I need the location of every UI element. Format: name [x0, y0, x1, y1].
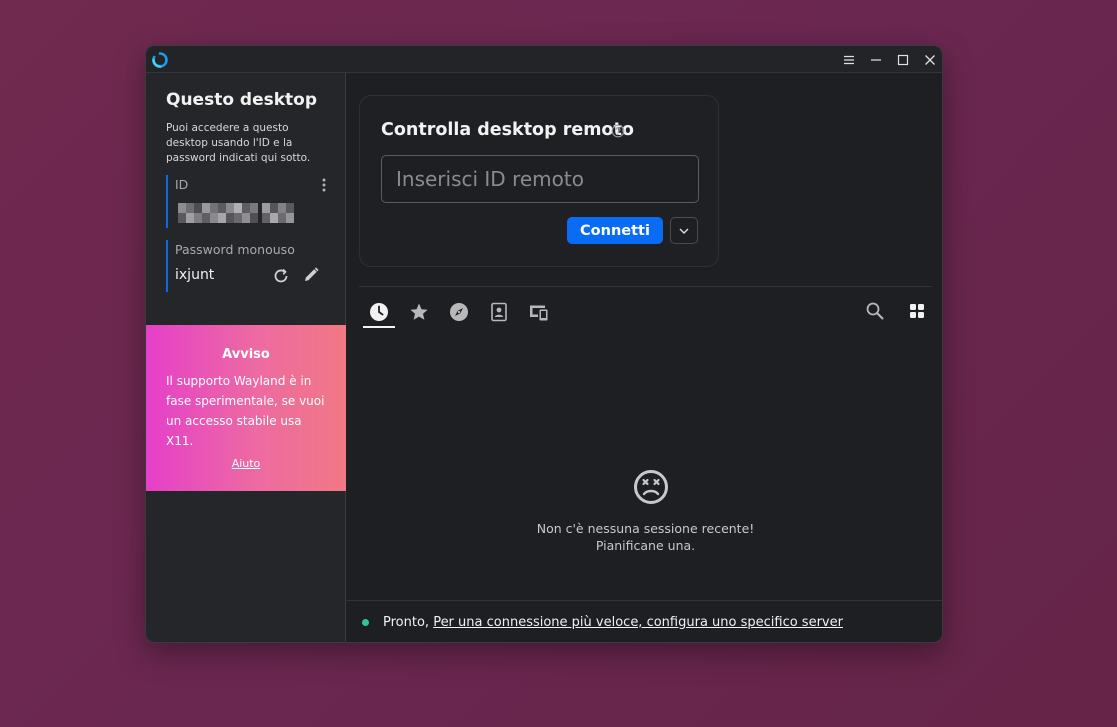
chevron-down-icon	[679, 228, 689, 234]
section-divider	[359, 286, 932, 287]
search-button[interactable]	[863, 299, 887, 323]
notice-text: Il supporto Wayland è in fase sperimenta…	[166, 374, 325, 448]
password-block: Password monouso ixjunt	[166, 240, 329, 292]
tab-favorites[interactable]	[403, 297, 435, 327]
active-tab-indicator	[363, 326, 395, 328]
notice-title: Avviso	[222, 347, 270, 362]
app-window: Questo desktop Puoi accedere a questo de…	[145, 45, 943, 643]
remote-id-input[interactable]	[381, 155, 699, 203]
maximize-icon	[897, 54, 909, 66]
sidebar-description: Puoi accedere a questo desktop usando l'…	[166, 122, 311, 164]
remote-control-card: Controlla desktop remoto Connetti	[359, 95, 719, 267]
refresh-password-icon[interactable]	[272, 267, 290, 285]
search-icon	[866, 302, 884, 320]
wayland-notice: Avviso Il supporto Wayland è in fase spe…	[146, 325, 346, 491]
status-text: Pronto, Per una connessione più veloce, …	[383, 615, 843, 630]
id-label: ID	[175, 177, 189, 192]
sad-face-icon	[634, 470, 668, 504]
view-mode-button[interactable]	[905, 299, 929, 323]
minimize-button[interactable]	[866, 50, 886, 70]
help-link[interactable]: Aiuto	[146, 457, 346, 470]
configure-server-link[interactable]: Per una connessione più veloce, configur…	[433, 615, 843, 630]
sidebar-title: Questo desktop	[166, 90, 318, 110]
star-icon	[410, 303, 428, 320]
title-bar	[146, 46, 942, 73]
status-bar: Pronto, Per una connessione più veloce, …	[347, 600, 942, 642]
menu-button[interactable]	[839, 50, 859, 70]
connect-button[interactable]: Connetti	[567, 217, 663, 244]
empty-state-line2: Pianificane una.	[595, 538, 696, 553]
id-block: ID	[166, 175, 329, 228]
app-logo-icon	[152, 52, 168, 68]
tab-recent-sessions[interactable]	[363, 297, 395, 327]
help-icon[interactable]	[611, 124, 625, 138]
main-panel: Controlla desktop remoto Connetti	[347, 73, 942, 642]
maximize-button[interactable]	[893, 50, 913, 70]
close-icon	[925, 55, 935, 65]
status-prefix: Pronto,	[383, 615, 430, 630]
grid-view-icon	[910, 304, 924, 318]
empty-state-message: Non c'è nessuna sessione recente! Pianif…	[347, 520, 942, 554]
tab-discovered[interactable]	[443, 297, 475, 327]
menu-icon	[844, 55, 854, 65]
compass-icon	[450, 303, 468, 321]
password-label: Password monouso	[175, 242, 295, 257]
pixelated-id-value	[178, 203, 294, 223]
tab-address-book[interactable]	[483, 297, 515, 327]
tab-devices[interactable]	[523, 297, 555, 327]
address-book-icon	[491, 302, 507, 322]
remote-control-title: Controlla desktop remoto	[381, 120, 634, 140]
clock-icon	[370, 303, 388, 321]
connect-options-button[interactable]	[670, 217, 698, 244]
minimize-icon	[871, 59, 881, 61]
close-button[interactable]	[920, 50, 940, 70]
status-indicator	[362, 619, 369, 626]
edit-password-icon[interactable]	[302, 266, 320, 284]
sidebar: Questo desktop Puoi accedere a questo de…	[146, 73, 346, 642]
password-value: ixjunt	[175, 267, 215, 283]
more-options-icon[interactable]	[319, 177, 329, 193]
empty-state-line1: Non c'è nessuna sessione recente!	[536, 521, 755, 536]
devices-icon	[530, 305, 548, 321]
